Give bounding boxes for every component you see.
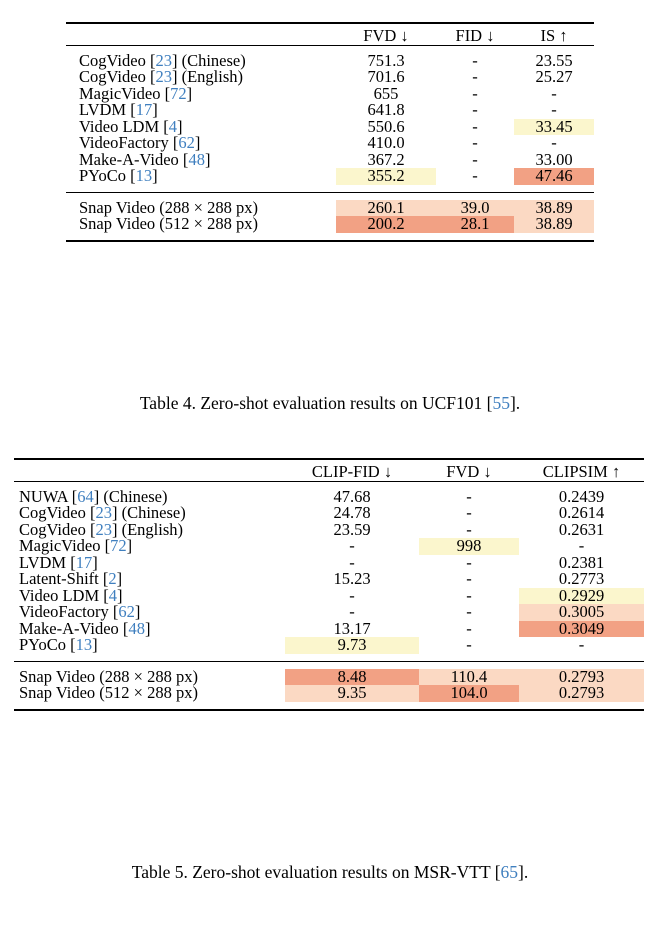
column-header-3: CLIPSIM ↑: [542, 462, 621, 481]
table-4-caption-pre: Table 4. Zero-shot evaluation results on…: [139, 393, 493, 413]
table-5-caption-post: ].: [518, 862, 529, 882]
method-label: Snap Video (512 × 288 px): [79, 214, 258, 233]
spacer-cell: [519, 654, 644, 662]
table-row: PYoCo [13] 9.73- -: [14, 635, 644, 654]
spacer-cell: [14, 702, 285, 710]
method-label: PYoCo [: [19, 635, 76, 654]
metric-value-cell: -: [578, 635, 585, 654]
table-4-caption-citation[interactable]: 55: [492, 393, 510, 413]
header-method-column: [66, 28, 336, 45]
metric-value-cell: 38.89: [514, 215, 594, 233]
row-method-name: PYoCo [13]: [14, 635, 285, 654]
spacer-cell: [514, 185, 594, 193]
spacer-cell: [66, 185, 336, 193]
method-label-suffix: ]: [186, 83, 193, 103]
citation-link[interactable]: 48: [188, 150, 205, 169]
column-header-2: FVD ↓: [446, 462, 492, 481]
rule-cell: [419, 708, 519, 712]
metric-value-cell: 0.2793: [519, 684, 644, 702]
table-row: Snap Video (512 × 288 px) 200.2 28.1 38.89: [66, 214, 594, 233]
method-label-suffix: ]: [152, 166, 158, 185]
row-method-name: Snap Video (512 × 288 px): [14, 683, 285, 702]
method-label-suffix: ]: [126, 536, 133, 555]
table-header-row: FVD ↓ FID ↓ IS ↑: [66, 26, 594, 45]
table-spacer: [66, 185, 594, 193]
citation-link[interactable]: 48: [128, 619, 145, 638]
metric-value-cell: -: [472, 166, 478, 185]
table-5: CLIP-FID ↓ FVD ↓ CLIPSIM ↑ NUWA [64] (Chine…: [14, 458, 644, 712]
table-row: Make-A-Video [48] 13.17-0.3049: [14, 618, 644, 638]
column-header-3: IS ↑: [540, 26, 568, 45]
spacer-cell: [285, 702, 419, 710]
method-label-suffix: ]: [204, 149, 211, 169]
spacer-cell: [419, 654, 519, 662]
spacer-cell: [336, 185, 436, 193]
column-header-2: FID ↓: [455, 26, 495, 45]
table-header-row: CLIP-FID ↓ FVD ↓ CLIPSIM ↑: [14, 462, 644, 481]
spacer-cell: [419, 702, 519, 710]
table-row: Snap Video (512 × 288 px) 9.35 104.0 0.2793: [14, 683, 644, 702]
method-label-suffix: ]: [92, 635, 98, 654]
metric-value-cell: -: [466, 635, 472, 654]
row-method-name: PYoCo [13]: [66, 166, 336, 185]
table-spacer: [66, 233, 594, 241]
table-4: FVD ↓ FID ↓ IS ↑ CogVideo [23] (Chinese) 751…: [66, 22, 594, 243]
column-header-1: CLIP-FID ↓: [311, 462, 393, 481]
metric-value-cell: 47.46: [514, 167, 594, 185]
spacer-cell: [336, 233, 436, 241]
metric-value-cell: 28.1: [436, 215, 514, 233]
citation-link[interactable]: 72: [170, 84, 187, 103]
table-5-grid: CLIP-FID ↓ FVD ↓ CLIPSIM ↑ NUWA [64] (Chine…: [14, 458, 644, 712]
citation-link[interactable]: 72: [110, 536, 127, 555]
citation-link[interactable]: 13: [76, 635, 93, 654]
method-label-suffix: ]: [144, 618, 151, 638]
metric-value-cell: 9.35: [285, 684, 419, 702]
table-rule: [66, 239, 594, 243]
spacer-cell: [436, 233, 514, 241]
rule-cell: [519, 708, 644, 712]
spacer-cell: [285, 654, 419, 662]
metric-value-cell: 200.2: [336, 215, 436, 233]
spacer-cell: [14, 654, 285, 662]
table-row: PYoCo [13] 355.2-47.46: [66, 166, 594, 185]
table-row: MagicVideo [72] -998-: [14, 536, 644, 555]
spacer-cell: [519, 702, 644, 710]
header-method-column: [14, 464, 285, 481]
table-5-caption-citation[interactable]: 65: [501, 862, 519, 882]
rule-cell: [66, 239, 336, 243]
rule-cell: [285, 708, 419, 712]
table-4-caption: Table 4. Zero-shot evaluation results on…: [0, 393, 660, 414]
rule-cell: [336, 239, 436, 243]
table-4-caption-post: ].: [509, 393, 521, 413]
table-spacer: [14, 702, 644, 710]
table-5-caption: Table 5. Zero-shot evaluation results on…: [0, 862, 660, 883]
metric-value-cell: 9.73: [285, 636, 419, 654]
metric-value-cell: 355.2: [336, 167, 436, 185]
table-spacer: [14, 654, 644, 662]
column-header-1: FVD ↓: [363, 26, 409, 45]
method-label: Snap Video (512 × 288 px): [19, 683, 198, 702]
table-rule: [14, 708, 644, 712]
method-label: PYoCo [: [79, 166, 136, 185]
table-5-caption-pre: Table 5. Zero-shot evaluation results on…: [131, 862, 501, 882]
spacer-cell: [66, 233, 336, 241]
rule-cell: [436, 239, 514, 243]
spacer-cell: [436, 185, 514, 193]
spacer-cell: [514, 233, 594, 241]
citation-link[interactable]: 13: [136, 166, 153, 185]
rule-cell: [14, 708, 285, 712]
metric-value-cell: 104.0: [419, 684, 519, 702]
rule-cell: [514, 239, 594, 243]
paper-page: FVD ↓ FID ↓ IS ↑ CogVideo [23] (Chinese) 751…: [0, 0, 660, 935]
row-method-name: Snap Video (512 × 288 px): [66, 214, 336, 233]
table-4-grid: FVD ↓ FID ↓ IS ↑ CogVideo [23] (Chinese) 751…: [66, 22, 594, 243]
